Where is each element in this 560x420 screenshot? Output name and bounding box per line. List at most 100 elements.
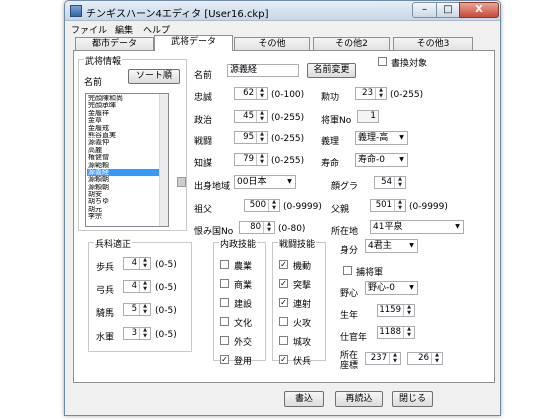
war-stepper[interactable]: 95 ▲ ▼ xyxy=(234,131,268,144)
chevron-down-icon[interactable]: ▼ xyxy=(452,221,463,233)
spin-arrows-icon[interactable]: ▲ ▼ xyxy=(431,352,442,364)
tab-general-data[interactable]: 武将データ xyxy=(154,35,233,51)
chevron-down-icon[interactable]: ▼ xyxy=(406,282,417,294)
domestic-skill-checkbox[interactable] xyxy=(220,298,229,307)
general-list-item[interactable]: 源頼朝 xyxy=(87,184,159,191)
rank-select[interactable]: 4君主 ▼ xyxy=(365,239,418,253)
minimize-button[interactable]: – xyxy=(412,2,437,18)
war-label: 戦闘 xyxy=(194,137,213,147)
general-list-item[interactable]: 完顔陳和尚 xyxy=(87,95,159,102)
spin-arrows-icon[interactable]: ▲ ▼ xyxy=(256,153,267,165)
spin-arrows-icon[interactable]: ▲ ▼ xyxy=(139,303,150,315)
menu-file[interactable]: ファイル xyxy=(71,23,107,36)
spin-arrows-icon[interactable]: ▲ ▼ xyxy=(389,352,400,364)
war-skill-checkbox[interactable] xyxy=(279,336,288,345)
spin-arrows-icon[interactable]: ▲ ▼ xyxy=(268,199,279,211)
merit-stepper[interactable]: 23 ▲ ▼ xyxy=(355,87,387,100)
transfer-checkbox[interactable] xyxy=(378,57,387,66)
coord-y-stepper[interactable]: 26 ▲ ▼ xyxy=(407,352,443,365)
archer-stepper[interactable]: 4 ▲ ▼ xyxy=(123,280,151,293)
domestic-skill-checkbox[interactable] xyxy=(220,336,229,345)
tab-city-data[interactable]: 都市データ xyxy=(75,37,154,50)
spin-arrows-icon[interactable]: ▲ ▼ xyxy=(139,257,150,269)
tab-other-3[interactable]: その他3 xyxy=(393,37,473,50)
sort-button[interactable]: ソート順 xyxy=(128,69,180,84)
list-scrollbar[interactable] xyxy=(159,94,168,226)
general-list-item[interactable]: 源頼朝 xyxy=(87,176,159,183)
grandfather-stepper[interactable]: 500 ▲ ▼ xyxy=(244,199,280,212)
infantry-stepper[interactable]: 4 ▲ ▼ xyxy=(123,257,151,270)
grudge-stepper[interactable]: 80 ▲ ▼ xyxy=(239,221,275,234)
spin-arrows-icon[interactable]: ▲ ▼ xyxy=(256,131,267,143)
general-list-item[interactable]: 金履戒 xyxy=(87,125,159,132)
intelligence-stepper[interactable]: 79 ▲ ▼ xyxy=(234,153,268,166)
general-list-item[interactable]: 胡元 xyxy=(87,206,159,213)
cavalry-stepper[interactable]: 5 ▲ ▼ xyxy=(123,303,151,316)
general-list-item[interactable]: 金履祥 xyxy=(87,110,159,117)
war-skill-checkbox-checked[interactable]: ✓ xyxy=(279,279,288,288)
maximize-button[interactable]: □ xyxy=(436,2,460,18)
domestic-skill-label: 商業 xyxy=(234,281,253,291)
spin-arrows-icon[interactable]: ▲ ▼ xyxy=(394,199,405,211)
confinement-checkbox[interactable] xyxy=(343,266,352,275)
domestic-skill-checkbox[interactable] xyxy=(220,260,229,269)
general-list-item[interactable]: 熊谷直実 xyxy=(87,132,159,139)
general-list-item[interactable]: 金章 xyxy=(87,117,159,124)
title-bar[interactable]: チンギスハーン4エディタ [User16.ckp] – □ X xyxy=(65,1,500,21)
menu-edit[interactable]: 編集 xyxy=(115,23,133,36)
tab-other-2[interactable]: その他2 xyxy=(313,37,390,50)
spin-arrows-icon[interactable]: ▲ ▼ xyxy=(263,221,274,233)
face-stepper[interactable]: 54 ▲ ▼ xyxy=(374,176,406,189)
war-skill-checkbox-checked[interactable]: ✓ xyxy=(279,355,288,364)
general-list-item[interactable]: 胡安 xyxy=(87,191,159,198)
general-list-item[interactable]: 高麗 xyxy=(87,147,159,154)
spin-arrows-icon[interactable]: ▲ ▼ xyxy=(139,327,150,339)
domestic-skill-checkbox[interactable] xyxy=(220,279,229,288)
birth-stepper[interactable]: 1159 ▲ ▼ xyxy=(377,304,415,317)
coord-x-stepper[interactable]: 237 ▲ ▼ xyxy=(365,352,401,365)
domestic-skill-checkbox[interactable] xyxy=(220,317,229,326)
general-list-item[interactable]: 胡ちゆ xyxy=(87,198,159,205)
chevron-down-icon[interactable]: ▼ xyxy=(406,240,417,252)
general-list-item[interactable]: 権健僧 xyxy=(87,154,159,161)
name-change-button[interactable]: 名前変更 xyxy=(307,63,356,78)
close-button[interactable]: 閉じる xyxy=(392,391,433,407)
politics-stepper[interactable]: 45 ▲ ▼ xyxy=(234,110,268,123)
close-window-button[interactable]: X xyxy=(459,2,499,18)
reload-button[interactable]: 再読込 xyxy=(335,391,383,407)
general-list-item[interactable]: 李宗 xyxy=(87,213,159,220)
righteous-select[interactable]: 義理-高 ▼ xyxy=(355,131,408,145)
war-skill-checkbox-checked[interactable]: ✓ xyxy=(279,298,288,307)
father-stepper[interactable]: 501 ▲ ▼ xyxy=(370,199,406,212)
spin-arrows-icon[interactable]: ▲ ▼ xyxy=(394,176,405,188)
spin-arrows-icon[interactable]: ▲ ▼ xyxy=(375,87,386,99)
chevron-down-icon[interactable]: ▼ xyxy=(396,154,407,166)
spin-arrows-icon[interactable]: ▲ ▼ xyxy=(139,280,150,292)
chevron-down-icon[interactable]: ▼ xyxy=(396,132,407,144)
spin-arrows-icon[interactable]: ▲ ▼ xyxy=(256,87,267,99)
chevron-down-icon[interactable]: ▼ xyxy=(284,176,295,188)
general-list-item[interactable]: 源義経 xyxy=(87,168,159,177)
general-listbox[interactable]: 完顔陳和尚 完顔承暉 金履祥 金章 金履戒 熊谷直実 源義仲 高麗 権健僧 源範頼 源義経 源頼朝 源頼… xyxy=(85,93,169,227)
tab-other[interactable]: その他 xyxy=(234,37,310,50)
war-skill-checkbox[interactable] xyxy=(279,317,288,326)
origin-select[interactable]: 00日本 ▼ xyxy=(234,175,296,189)
write-button[interactable]: 書込 xyxy=(284,391,324,407)
grudge-value: 80 xyxy=(250,222,261,232)
general-list-item[interactable]: 完顔承暉 xyxy=(87,102,159,109)
list-scroll-thumb[interactable] xyxy=(177,177,186,187)
war-skill-checkbox-checked[interactable]: ✓ xyxy=(279,260,288,269)
name-input[interactable]: 源義経 xyxy=(227,64,299,77)
spin-arrows-icon[interactable]: ▲ ▼ xyxy=(403,326,414,338)
ambition-select[interactable]: 野心-0 ▼ xyxy=(365,281,418,295)
service-stepper[interactable]: 1188 ▲ ▼ xyxy=(377,326,415,339)
spin-arrows-icon[interactable]: ▲ ▼ xyxy=(403,304,414,316)
navy-stepper[interactable]: 3 ▲ ▼ xyxy=(123,327,151,340)
spin-arrows-icon[interactable]: ▲ ▼ xyxy=(256,110,267,122)
lifespan-select[interactable]: 寿命-0 ▼ xyxy=(355,153,408,167)
general-list-item[interactable]: 源義仲 xyxy=(87,139,159,146)
domestic-skill-checkbox-checked[interactable]: ✓ xyxy=(220,355,229,364)
general-list-item[interactable]: 源範頼 xyxy=(87,162,159,169)
loyalty-stepper[interactable]: 62 ▲ ▼ xyxy=(234,87,268,100)
location-select[interactable]: 41平泉 ▼ xyxy=(370,220,464,234)
